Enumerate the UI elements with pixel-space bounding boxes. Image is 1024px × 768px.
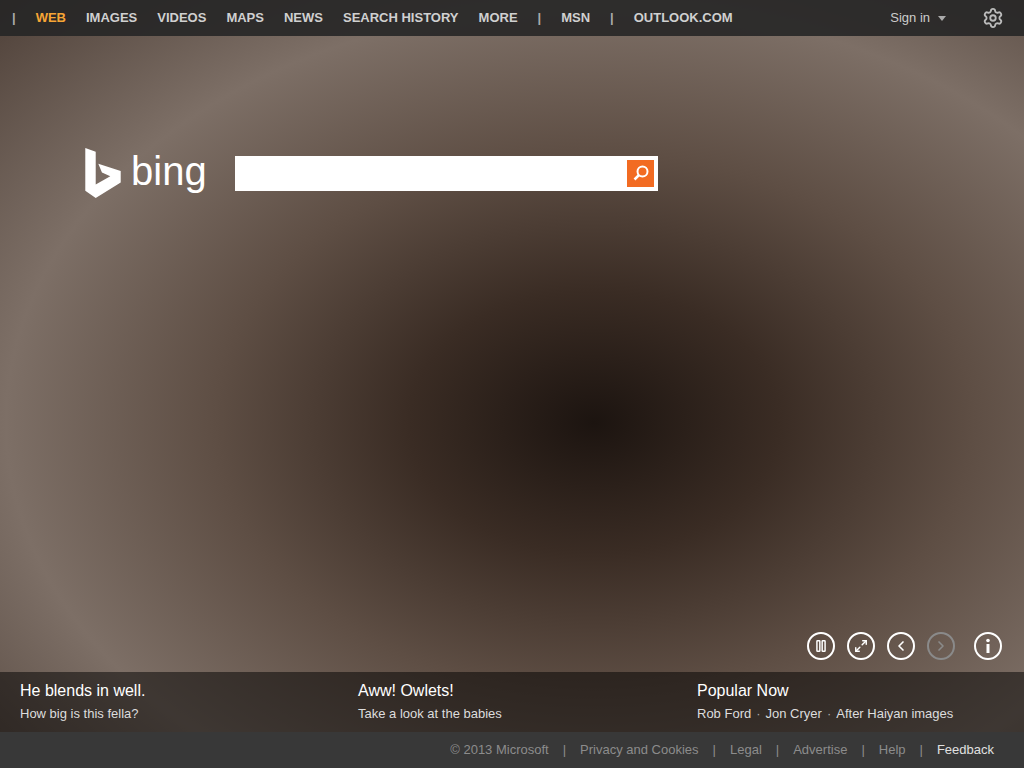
bing-homepage: | WEB IMAGES VIDEOS MAPS NEWS SEARCH HISTORY MO… (0, 0, 1024, 768)
bing-b-icon (83, 148, 123, 198)
footer-link[interactable]: Feedback (937, 740, 994, 760)
nav-item[interactable]: MORE (479, 8, 518, 28)
search-box (235, 156, 658, 191)
search-button[interactable] (627, 160, 654, 187)
nav-item[interactable]: IMAGES (86, 8, 137, 28)
next-button (927, 632, 955, 660)
footer-separator: | (776, 740, 779, 760)
copyright: © 2013 Microsoft (450, 740, 548, 760)
popular-separator: · (756, 706, 760, 722)
popular-now: Popular NowRob Ford·Jon Cryer·After Haiy… (697, 681, 1024, 732)
footer-link[interactable]: Help (879, 740, 906, 760)
caption-strip: He blends in well.How big is this fella?… (0, 672, 1024, 732)
info-icon (981, 638, 995, 654)
footer-separator: | (563, 740, 566, 760)
fullscreen-icon (854, 639, 868, 653)
sign-in[interactable]: Sign in (890, 8, 946, 28)
caret-down-icon (938, 16, 946, 21)
nav-item[interactable]: WEB (36, 8, 66, 28)
footer-separator: | (861, 740, 864, 760)
top-right: Sign in (890, 7, 1004, 29)
nav-item[interactable]: VIDEOS (157, 8, 206, 28)
bing-logo: bing (83, 148, 235, 198)
nav-item[interactable]: MSN (561, 8, 590, 28)
footer-link[interactable]: Privacy and Cookies (580, 740, 699, 760)
nav-separator: | (12, 8, 16, 28)
caption[interactable]: He blends in well.How big is this fella? (20, 681, 358, 732)
nav-item[interactable]: MAPS (226, 8, 264, 28)
footer-separator: | (920, 740, 923, 760)
magnifier-icon (632, 164, 650, 182)
nav-separator: | (610, 8, 614, 28)
footer-separator: | (713, 740, 716, 760)
footer-link[interactable]: Advertise (793, 740, 847, 760)
footer: © 2013 Microsoft | Privacy and Cookies | Leg… (0, 732, 1024, 768)
info-button[interactable] (974, 632, 1002, 660)
nav-item[interactable]: OUTLOOK.COM (634, 8, 733, 28)
top-bar: | WEB IMAGES VIDEOS MAPS NEWS SEARCH HISTORY MO… (0, 0, 1024, 36)
pause-icon (814, 639, 828, 653)
nav-item[interactable]: SEARCH HISTORY (343, 8, 459, 28)
previous-button[interactable] (887, 632, 915, 660)
popular-item[interactable]: After Haiyan images (836, 706, 953, 722)
pause-button[interactable] (807, 632, 835, 660)
footer-link[interactable]: Legal (730, 740, 762, 760)
popular-separator: · (827, 706, 831, 722)
chevron-left-icon (893, 638, 909, 654)
chevron-right-icon (933, 638, 949, 654)
popular-item[interactable]: Jon Cryer (766, 706, 822, 722)
nav-separator: | (538, 8, 542, 28)
nav-menu: | WEB IMAGES VIDEOS MAPS NEWS SEARCH HISTORY MO… (12, 8, 733, 28)
caption[interactable]: Aww! Owlets!Take a look at the babies (358, 681, 697, 732)
nav-item[interactable]: NEWS (284, 8, 323, 28)
search-area: bing (0, 36, 1024, 198)
fullscreen-button[interactable] (847, 632, 875, 660)
hero: bing (0, 36, 1024, 672)
search-input[interactable] (243, 161, 627, 185)
gear-icon[interactable] (982, 7, 1004, 29)
slideshow-controls (0, 632, 1024, 672)
popular-item[interactable]: Rob Ford (697, 706, 751, 722)
